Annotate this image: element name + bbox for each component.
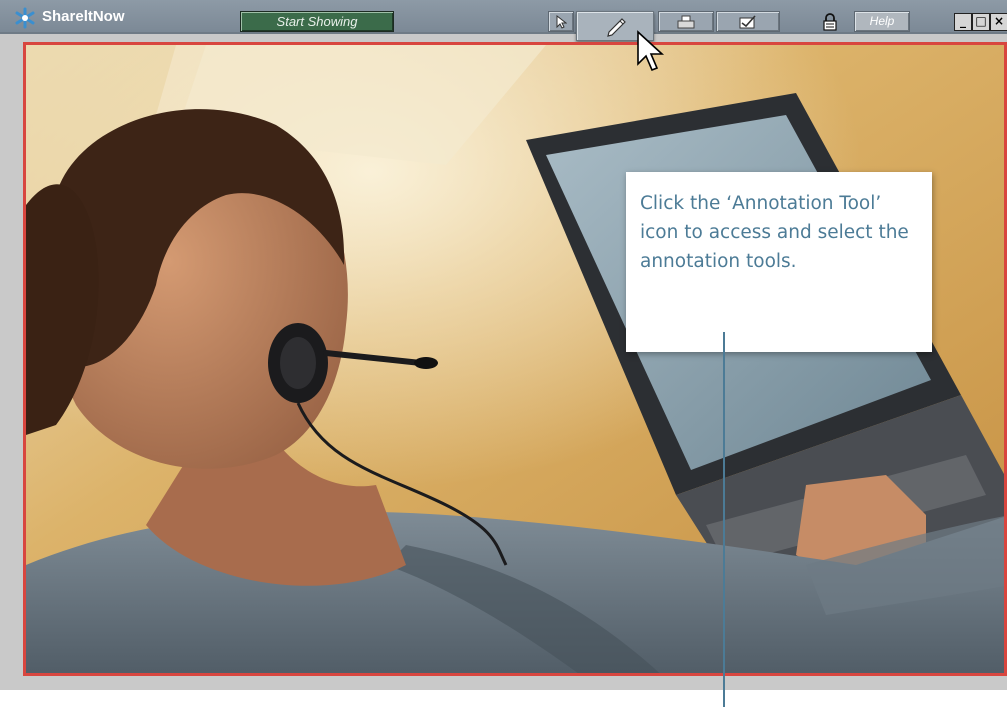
check-button[interactable] bbox=[716, 11, 780, 32]
print-button[interactable] bbox=[658, 11, 714, 32]
start-showing-button[interactable]: Start Showing bbox=[240, 11, 394, 32]
shared-screen-viewport bbox=[23, 42, 1007, 676]
title-bar: ShareltNow Start Showing Help _ □ × bbox=[0, 0, 1007, 41]
headset-user-photo bbox=[26, 45, 1004, 673]
callout-leader-line bbox=[723, 332, 725, 707]
lock-icon[interactable] bbox=[822, 12, 838, 32]
restore-button[interactable]: □ bbox=[972, 13, 990, 31]
app-logo-icon bbox=[15, 7, 35, 29]
annotation-tool-callout: Click the ‘Annotation Tool’ icon to acce… bbox=[626, 172, 932, 352]
close-button[interactable]: × bbox=[990, 13, 1007, 31]
minimize-button[interactable]: _ bbox=[954, 13, 972, 31]
help-button[interactable]: Help bbox=[854, 11, 910, 32]
mouse-cursor-icon bbox=[637, 30, 665, 72]
arrow-pointer-icon bbox=[556, 14, 567, 29]
pointer-tool-button[interactable] bbox=[548, 11, 574, 32]
callout-text: Click the ‘Annotation Tool’ icon to acce… bbox=[640, 193, 909, 272]
pen-annotation-icon bbox=[607, 18, 626, 37]
checkbox-icon bbox=[739, 14, 756, 28]
app-title: ShareltNow bbox=[42, 8, 125, 25]
printer-icon bbox=[677, 15, 695, 28]
